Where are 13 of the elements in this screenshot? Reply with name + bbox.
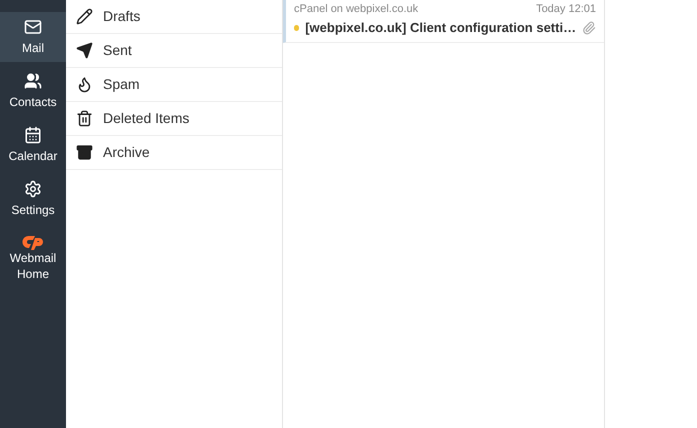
nav-item[interactable]: Contacts [0, 66, 66, 116]
time: Today 12:01 [536, 2, 596, 16]
folder-item[interactable]: Deleted Items [66, 102, 282, 136]
nav-item[interactable]: Settings [0, 174, 66, 224]
nav-item[interactable]: Mail [0, 12, 66, 62]
sender: cPanel on webpixel.co.uk [294, 2, 418, 16]
nav-item[interactable]: Webmail Home [0, 228, 66, 288]
subject: [webpixel.co.uk] Client configuration setti… [305, 19, 576, 38]
folder-item[interactable]: Archive [66, 136, 282, 170]
nav-item[interactable]: Calendar [0, 120, 66, 170]
folder-item[interactable]: Drafts [66, 0, 282, 34]
folder-item[interactable]: Spam [66, 68, 282, 102]
folder-item[interactable]: Sent [66, 34, 282, 68]
